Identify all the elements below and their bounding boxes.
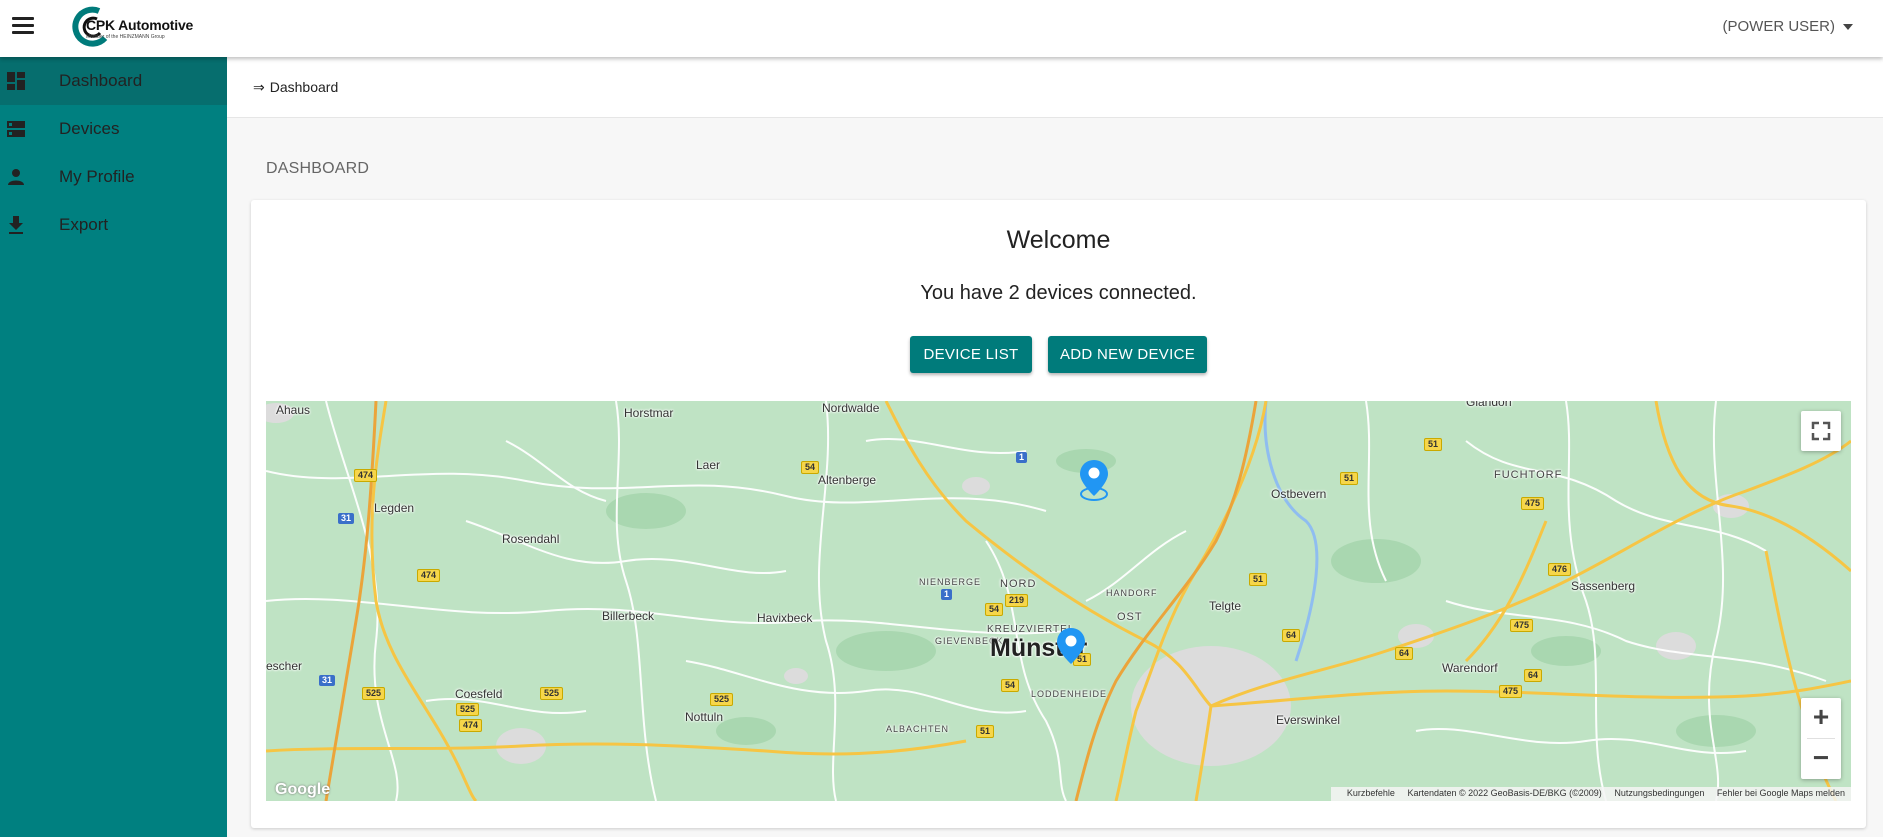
road-shield: 51 xyxy=(1340,472,1359,485)
breadcrumb-arrow-icon: ⇒ xyxy=(253,79,265,95)
place-label: LODDENHEIDE xyxy=(1031,689,1108,699)
place-label: Nordwalde xyxy=(822,401,880,415)
road-shield: 475 xyxy=(1499,685,1523,698)
devices-icon xyxy=(7,121,25,137)
road-shield: 1 xyxy=(941,589,953,600)
road-shield: 64 xyxy=(1524,669,1543,682)
page-title: DASHBOARD xyxy=(266,160,370,177)
dashboard-icon xyxy=(7,72,25,90)
road-shield: 219 xyxy=(1005,594,1029,607)
place-label: Altenberge xyxy=(818,473,877,487)
sidebar: Dashboard Devices My Profile Export xyxy=(0,57,227,837)
road-shield: 525 xyxy=(456,703,480,716)
place-label: ALBACHTEN xyxy=(886,724,950,734)
place-label: OST xyxy=(1117,611,1143,623)
zoom-out-button[interactable]: − xyxy=(1801,739,1841,779)
road-shield: 64 xyxy=(1395,647,1414,660)
download-icon xyxy=(9,216,23,234)
device-pin-icon[interactable] xyxy=(1077,458,1111,502)
sidebar-item-export[interactable]: Export xyxy=(0,201,227,249)
place-label: NORD xyxy=(1000,578,1037,590)
place-label: Sassenberg xyxy=(1571,579,1636,593)
sidebar-item-devices[interactable]: Devices xyxy=(0,105,227,153)
devices-connected-text: You have 2 devices connected. xyxy=(920,282,1197,304)
zoom-in-button[interactable]: + xyxy=(1801,698,1841,738)
place-label: Laer xyxy=(696,458,721,472)
user-role: (POWER USER) xyxy=(1722,18,1836,35)
menu-icon[interactable] xyxy=(12,17,34,37)
devices-map[interactable]: Ahaus Horstmar Nordwalde Laer Altenberge… xyxy=(266,401,1851,801)
road-shield: 51 xyxy=(1424,438,1443,451)
place-label: FUCHTORF xyxy=(1494,469,1563,481)
place-label: Everswinkel xyxy=(1276,713,1341,727)
sidebar-item-dashboard[interactable]: Dashboard xyxy=(0,57,227,105)
dashboard-card: Welcome You have 2 devices connected. DE… xyxy=(251,200,1866,828)
road-shield: 475 xyxy=(1521,497,1545,510)
place-label: NIENBERGE xyxy=(919,577,982,587)
road-shield: 64 xyxy=(1282,629,1301,642)
place-label: Coesfeld xyxy=(455,687,503,701)
report-error-link[interactable]: Fehler bei Google Maps melden xyxy=(1717,788,1845,798)
map-roads xyxy=(266,401,1851,801)
keyboard-shortcuts-link[interactable]: Kurzbefehle xyxy=(1347,788,1395,798)
sidebar-item-label: Export xyxy=(59,215,109,234)
zoom-controls: + − xyxy=(1801,698,1841,779)
user-menu[interactable]: (POWER USER) xyxy=(1722,18,1853,35)
breadcrumb-bar: ⇒ Dashboard xyxy=(227,57,1883,118)
place-label: Horstmar xyxy=(624,406,674,420)
map-data-text: Kartendaten © 2022 GeoBasis-DE/BKG (©200… xyxy=(1407,788,1602,798)
terms-link[interactable]: Nutzungsbedingungen xyxy=(1614,788,1704,798)
fullscreen-icon xyxy=(1811,421,1831,441)
device-pin-icon[interactable] xyxy=(1054,626,1088,670)
brand-text: CPK Automotive Member of the HEINZMANN G… xyxy=(86,17,193,40)
brand-name: CPK Automotive xyxy=(86,17,194,33)
place-label: Glandorf xyxy=(1466,401,1513,409)
sidebar-item-label: My Profile xyxy=(59,167,135,186)
road-shield: 1 xyxy=(1016,452,1028,463)
place-label: Rosendahl xyxy=(502,532,560,546)
sidebar-item-my-profile[interactable]: My Profile xyxy=(0,153,227,201)
add-new-device-button[interactable]: ADD NEW DEVICE xyxy=(1048,336,1207,373)
road-shield: 525 xyxy=(540,687,564,700)
place-label: Ahaus xyxy=(276,403,311,417)
caret-down-icon xyxy=(1843,24,1853,31)
road-shield: 31 xyxy=(319,675,336,686)
device-list-button[interactable]: DEVICE LIST xyxy=(910,336,1032,373)
place-label: Ostbevern xyxy=(1271,487,1327,501)
road-shield: 51 xyxy=(976,725,995,738)
place-label: escher xyxy=(266,659,303,673)
road-shield: 31 xyxy=(338,513,355,524)
road-shield: 54 xyxy=(985,603,1004,616)
road-shield: 51 xyxy=(1249,573,1268,586)
sidebar-item-label: Devices xyxy=(59,119,120,138)
road-shield: 474 xyxy=(417,569,441,582)
road-shield: 525 xyxy=(710,693,734,706)
road-shield: 476 xyxy=(1548,563,1572,576)
place-label: Telgte xyxy=(1209,599,1242,613)
sidebar-item-label: Dashboard xyxy=(59,71,143,90)
road-shield: 525 xyxy=(362,687,386,700)
place-label: HANDORF xyxy=(1106,588,1158,598)
map-attribution: Kurzbefehle Kartendaten © 2022 GeoBasis-… xyxy=(1330,787,1851,801)
place-label: Nottuln xyxy=(685,710,724,724)
person-icon xyxy=(8,169,24,185)
welcome-heading: Welcome xyxy=(1006,226,1111,254)
fullscreen-button[interactable] xyxy=(1801,411,1841,451)
road-shield: 54 xyxy=(1001,679,1020,692)
road-shield: 54 xyxy=(801,461,820,474)
breadcrumb: ⇒ Dashboard xyxy=(253,79,338,96)
road-shield: 475 xyxy=(1510,619,1534,632)
top-app-bar: CPK Automotive Member of the HEINZMANN G… xyxy=(0,0,1883,57)
brand-subtitle: Member of the HEINZMANN Group xyxy=(86,34,165,40)
google-logo: Google xyxy=(275,781,331,798)
place-label: Legden xyxy=(374,501,415,515)
place-label: Billerbeck xyxy=(602,609,655,623)
place-label: Havixbeck xyxy=(757,611,813,625)
place-label: Warendorf xyxy=(1442,661,1498,675)
road-shield: 474 xyxy=(354,469,378,482)
breadcrumb-current[interactable]: Dashboard xyxy=(270,79,339,95)
road-shield: 474 xyxy=(459,719,483,732)
